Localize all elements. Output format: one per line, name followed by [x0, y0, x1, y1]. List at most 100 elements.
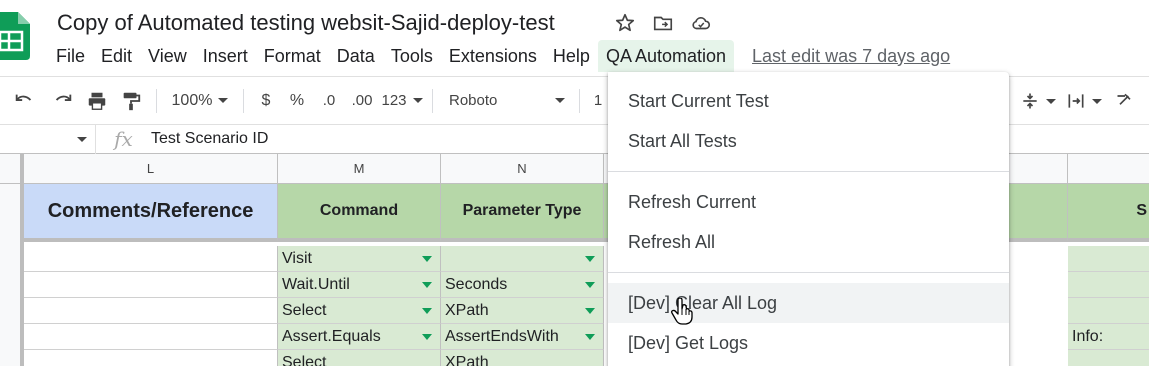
menu-tools[interactable]: Tools: [383, 40, 441, 72]
percent-format-button[interactable]: %: [280, 85, 314, 117]
menu-view[interactable]: View: [140, 40, 195, 72]
chevron-down-icon: [218, 98, 229, 103]
print-icon[interactable]: [80, 85, 114, 117]
column-header-n[interactable]: N: [441, 154, 604, 184]
menu-qa-automation[interactable]: QA Automation: [597, 40, 735, 72]
cell-l[interactable]: [24, 324, 278, 350]
menu-extensions[interactable]: Extensions: [441, 40, 545, 72]
cell-parameter-type[interactable]: XPath: [441, 350, 604, 366]
chevron-down-icon: [412, 98, 423, 103]
menu-item-start-current-test[interactable]: Start Current Test: [608, 81, 1009, 121]
cell-l[interactable]: [24, 350, 278, 366]
chevron-down-icon: [555, 98, 565, 103]
cell-l[interactable]: [24, 298, 278, 324]
dropdown-arrow-icon[interactable]: [422, 282, 432, 288]
chevron-down-icon: [1092, 98, 1102, 104]
menu-item-refresh-current[interactable]: Refresh Current: [608, 182, 1009, 222]
cell-parameter-type[interactable]: Seconds: [441, 272, 604, 298]
document-title[interactable]: Copy of Automated testing websit-Sajid-d…: [57, 10, 555, 36]
cell-command[interactable]: Select: [278, 350, 441, 366]
formula-input[interactable]: Test Scenario ID: [151, 130, 268, 148]
cell-command[interactable]: Wait.Until: [278, 272, 441, 298]
menu-divider: [608, 272, 1009, 273]
cell-far[interactable]: [1068, 246, 1149, 272]
menu-format[interactable]: Format: [256, 40, 329, 72]
cloud-status-icon[interactable]: [688, 10, 714, 36]
header-parameter-type[interactable]: Parameter Type: [441, 184, 604, 242]
redo-icon[interactable]: [46, 85, 80, 117]
cell-value: Select: [282, 302, 327, 319]
cell-far[interactable]: [1068, 298, 1149, 324]
menu-item-dev-get-logs[interactable]: [Dev] Get Logs: [608, 323, 1009, 363]
menu-data[interactable]: Data: [329, 40, 383, 72]
dropdown-arrow-icon[interactable]: [422, 308, 432, 314]
cell-parameter-type[interactable]: XPath: [441, 298, 604, 324]
dropdown-arrow-icon[interactable]: [585, 282, 595, 288]
font-family-select[interactable]: Roboto: [441, 85, 571, 117]
dropdown-arrow-icon[interactable]: [585, 308, 595, 314]
cell-command[interactable]: Visit: [278, 246, 441, 272]
star-icon[interactable]: [612, 10, 638, 36]
toolbar-divider: [243, 88, 244, 113]
cell-l[interactable]: [24, 246, 278, 272]
font-family-value: Roboto: [449, 92, 498, 109]
zoom-select[interactable]: 100%: [165, 85, 235, 117]
toolbar-divider: [432, 88, 433, 113]
cell-command[interactable]: Select: [278, 298, 441, 324]
decrease-decimal-label: .0: [322, 92, 336, 109]
cell-value: Seconds: [445, 276, 508, 293]
menu-insert[interactable]: Insert: [195, 40, 256, 72]
chevron-down-icon: [1046, 98, 1056, 104]
chevron-down-icon: [77, 137, 87, 142]
increase-decimal-button[interactable]: .00: [344, 85, 380, 117]
column-header-m[interactable]: M: [278, 154, 441, 184]
font-size-input[interactable]: 1: [588, 85, 608, 117]
name-box[interactable]: [0, 124, 96, 154]
cell-far[interactable]: [1068, 272, 1149, 298]
dropdown-arrow-icon[interactable]: [585, 334, 595, 340]
cell-l[interactable]: [24, 272, 278, 298]
cell-value: XPath: [445, 302, 489, 319]
menu-file[interactable]: File: [48, 40, 93, 72]
vertical-align-icon[interactable]: [1018, 85, 1058, 117]
menu-help[interactable]: Help: [545, 40, 598, 72]
sheets-logo-icon[interactable]: [0, 12, 30, 60]
menu-item-start-all-tests[interactable]: Start All Tests: [608, 121, 1009, 161]
increase-decimal-label: .00: [351, 92, 373, 109]
undo-icon[interactable]: [2, 85, 46, 117]
qa-automation-menu: Start Current Test Start All Tests Refre…: [608, 72, 1009, 366]
menu-item-dev-clear-all-log[interactable]: [Dev] Clear All Log: [608, 283, 1009, 323]
cell-value: AssertEndsWith: [445, 328, 559, 345]
dropdown-arrow-icon[interactable]: [422, 256, 432, 262]
text-rotation-icon[interactable]: [1110, 85, 1140, 117]
cell-parameter-type[interactable]: [441, 246, 604, 272]
cell-parameter-type[interactable]: AssertEndsWith: [441, 324, 604, 350]
currency-format-button[interactable]: $: [252, 85, 280, 117]
hand-cursor-icon: [670, 297, 696, 331]
header-command[interactable]: Command: [278, 184, 441, 242]
dropdown-arrow-icon[interactable]: [585, 256, 595, 262]
toolbar-divider: [579, 88, 580, 113]
column-header-next[interactable]: [1068, 154, 1149, 184]
cell-command[interactable]: Assert.Equals: [278, 324, 441, 350]
header-comments[interactable]: Comments/Reference: [24, 184, 278, 242]
cell-value: Assert.Equals: [282, 328, 381, 345]
cell-value: Select: [282, 354, 327, 366]
text-wrap-icon[interactable]: [1064, 85, 1104, 117]
menu-item-refresh-all[interactable]: Refresh All: [608, 222, 1009, 262]
cell-far[interactable]: Info:: [1068, 324, 1149, 350]
cell-far[interactable]: [1068, 350, 1149, 366]
header-far[interactable]: S: [1068, 184, 1149, 242]
dropdown-arrow-icon[interactable]: [422, 334, 432, 340]
column-header-l[interactable]: L: [24, 154, 278, 184]
more-formats-button[interactable]: 123: [380, 85, 424, 117]
last-edit-link[interactable]: Last edit was 7 days ago: [752, 46, 950, 67]
menu-edit[interactable]: Edit: [93, 40, 140, 72]
fx-icon: fx: [114, 127, 133, 151]
select-all-corner[interactable]: [0, 154, 24, 184]
toolbar-divider: [156, 88, 157, 113]
decrease-decimal-button[interactable]: .0: [314, 85, 344, 117]
paint-format-icon[interactable]: [114, 85, 148, 117]
zoom-value: 100%: [171, 91, 213, 109]
move-folder-icon[interactable]: [650, 10, 676, 36]
